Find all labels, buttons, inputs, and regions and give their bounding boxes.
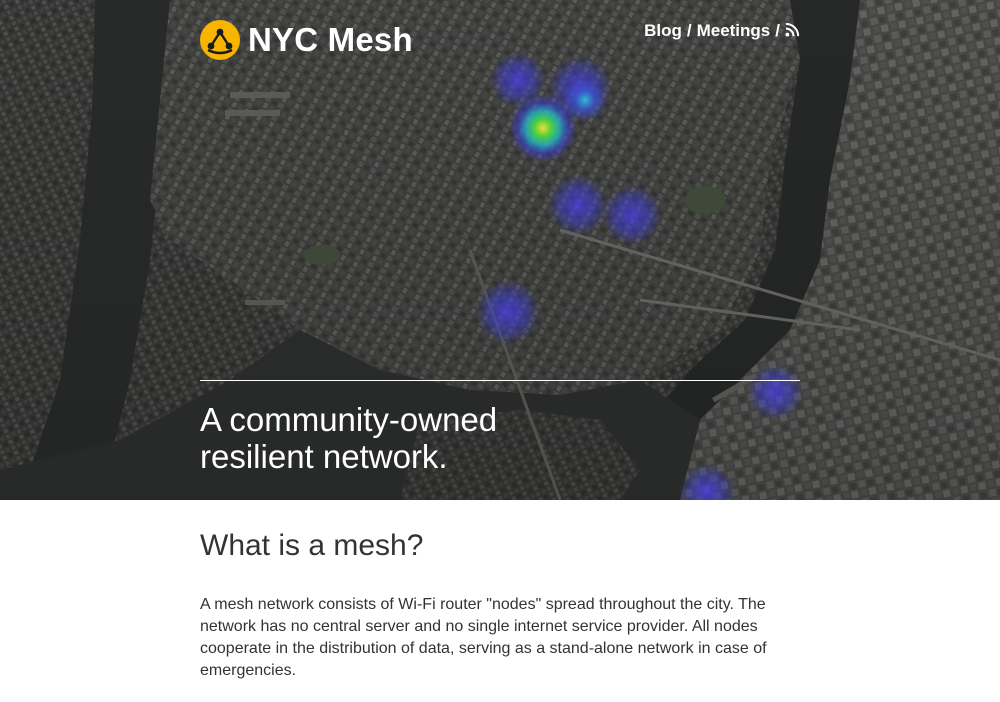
site-header: NYC Mesh Blog / Meetings / [200,18,800,62]
top-nav: Blog / Meetings / [644,21,800,41]
main-content: What is a mesh? A mesh network consists … [200,500,800,682]
nav-separator: / [775,21,780,40]
section-heading: What is a mesh? [200,529,424,562]
rss-icon [785,22,800,37]
tagline-line-1: A community-owned [200,401,498,438]
tagline-line-2: resilient network. [200,438,448,475]
home-link[interactable]: NYC Mesh [200,20,413,60]
section-body: A mesh network consists of Wi-Fi router … [200,596,767,679]
hero-banner: NYC Mesh Blog / Meetings / A community-o… [0,0,1000,500]
hero-divider [200,380,800,381]
nav-link-meetings[interactable]: Meetings [697,21,771,41]
hero-tagline: A community-owned resilient network. [200,401,700,475]
nav-link-blog[interactable]: Blog [644,21,682,41]
nav-separator: / [686,21,692,40]
rss-link[interactable] [785,22,800,37]
mesh-logo-icon [200,20,240,60]
brand-name: NYC Mesh [248,21,413,58]
